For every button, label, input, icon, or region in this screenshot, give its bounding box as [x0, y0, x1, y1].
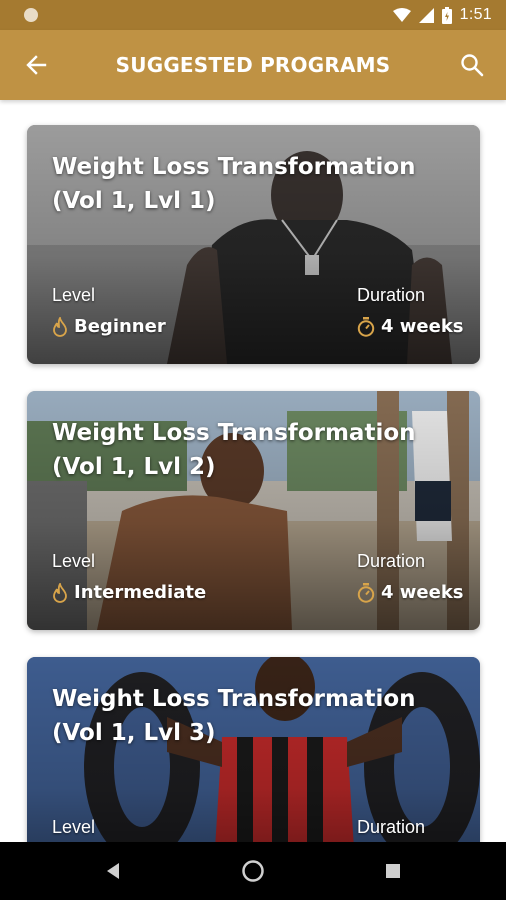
- stopwatch-icon: [357, 316, 375, 337]
- square-recents-icon: [386, 864, 400, 878]
- duration-value-row: 4 weeks: [357, 316, 464, 337]
- duration-value: 4 weeks: [381, 316, 464, 337]
- battery-icon: [441, 6, 452, 24]
- wifi-icon: [392, 8, 411, 22]
- level-value-row: Intermediate: [52, 582, 206, 603]
- system-nav-bar: [0, 842, 506, 900]
- search-button[interactable]: [450, 43, 494, 87]
- level-value: Beginner: [74, 316, 166, 337]
- status-time: 1:51: [459, 6, 492, 23]
- notification-dot-icon: [24, 8, 38, 22]
- duration-label: Duration: [357, 551, 426, 571]
- triangle-back-icon: [107, 863, 119, 879]
- status-icons: 1:51: [392, 0, 492, 30]
- level-value-row: Beginner: [52, 316, 166, 337]
- search-icon: [461, 54, 484, 77]
- level-label: Level: [52, 285, 96, 305]
- duration-label: Duration: [357, 285, 426, 305]
- program-card[interactable]: Weight Loss Transformation (Vol 1, Lvl 1…: [27, 125, 480, 364]
- status-bar: 1:51: [0, 0, 506, 30]
- nav-back-button[interactable]: [78, 842, 148, 900]
- signal-icon: [418, 7, 434, 23]
- program-title: Weight Loss Transformation (Vol 1, Lvl 3…: [52, 686, 416, 746]
- stopwatch-icon: [357, 582, 375, 603]
- program-list[interactable]: Weight Loss Transformation (Vol 1, Lvl 1…: [0, 100, 506, 842]
- program-title: Weight Loss Transformation (Vol 1, Lvl 1…: [52, 154, 416, 214]
- level-label: Level: [52, 551, 96, 571]
- program-card[interactable]: Weight Loss Transformation (Vol 1, Lvl 3…: [27, 657, 480, 842]
- circle-home-icon: [242, 860, 264, 882]
- duration-value: 4 weeks: [381, 582, 464, 603]
- level-value: Intermediate: [74, 582, 207, 603]
- duration-label: Duration: [357, 817, 426, 837]
- nav-home-button[interactable]: [218, 842, 288, 900]
- nav-recents-button[interactable]: [358, 842, 428, 900]
- page-title: SUGGESTED PROGRAMS: [115, 53, 391, 77]
- flame-icon: [53, 582, 67, 603]
- program-card[interactable]: Weight Loss Transformation (Vol 1, Lvl 2…: [27, 391, 480, 630]
- app-bar: SUGGESTED PROGRAMS: [0, 30, 506, 100]
- flame-icon: [53, 316, 67, 337]
- level-label: Level: [52, 817, 96, 837]
- program-title: Weight Loss Transformation (Vol 1, Lvl 2…: [52, 420, 416, 480]
- duration-value-row: 4 weeks: [357, 582, 464, 603]
